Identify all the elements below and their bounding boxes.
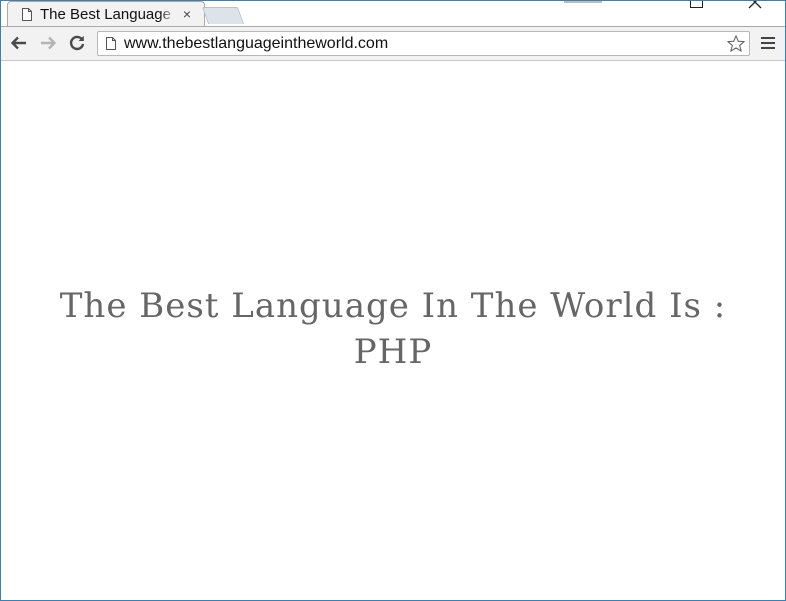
tab-close-icon[interactable]: × <box>180 6 194 22</box>
forward-icon[interactable] <box>38 33 58 53</box>
url-text[interactable]: www.thebestlanguageintheworld.com <box>124 35 388 53</box>
address-bar[interactable]: www.thebestlanguageintheworld.com <box>97 31 750 56</box>
tab-title: The Best Language In The World <box>40 5 176 23</box>
menu-icon[interactable] <box>761 37 775 51</box>
page-content: The Best Language In The World Is : PHP <box>1 62 785 600</box>
page-icon <box>22 7 32 21</box>
new-tab-button[interactable] <box>201 7 245 24</box>
browser-window: The Best Language In The World × <box>0 0 786 601</box>
window-close-icon[interactable] <box>747 1 763 9</box>
page-icon <box>106 37 116 50</box>
active-tab[interactable]: The Best Language In The World × <box>7 1 205 26</box>
back-icon[interactable] <box>9 33 29 53</box>
browser-toolbar: www.thebestlanguageintheworld.com <box>1 26 785 61</box>
minimize-icon[interactable] <box>564 1 602 3</box>
page-headline: The Best Language In The World Is : PHP <box>1 283 785 375</box>
reload-icon[interactable] <box>67 33 87 53</box>
bookmark-star-icon[interactable] <box>726 34 746 54</box>
headline-line-2: PHP <box>353 332 433 372</box>
tab-strip: The Best Language In The World × <box>1 1 785 27</box>
maximize-icon[interactable] <box>690 1 703 8</box>
headline-line-1: The Best Language In The World Is : <box>59 286 727 326</box>
